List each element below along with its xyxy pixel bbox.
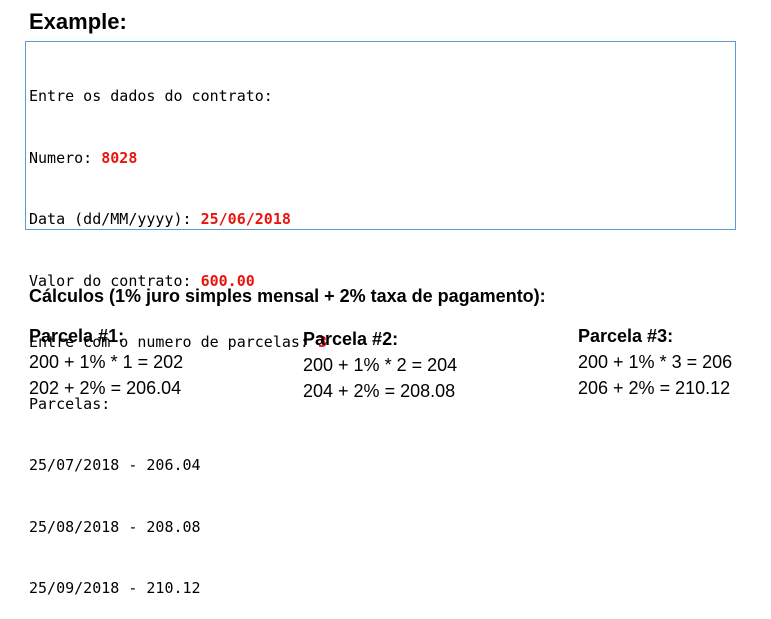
installment-3-fee-line: 206 + 2% = 210.12 xyxy=(578,378,731,398)
installment-2-fee-line: 204 + 2% = 208.08 xyxy=(303,381,456,401)
example-title: Example: xyxy=(29,9,127,34)
installment-1-fee-line: 202 + 2% = 206.04 xyxy=(29,378,182,398)
calculations-title: Cálculos (1% juro simples mensal + 2% ta… xyxy=(29,286,546,306)
installment-line: 25/09/2018 - 210.12 xyxy=(29,579,201,597)
numero-value: 8028 xyxy=(101,148,138,167)
installment-line: 25/07/2018 - 206.04 xyxy=(29,456,201,474)
console-output-box: Entre os dados do contrato: Numero: 8028… xyxy=(25,41,736,597)
installment-2-heading: Parcela #2: xyxy=(303,329,399,349)
installment-3-heading: Parcela #3: xyxy=(578,326,674,346)
console-line-intro: Entre os dados do contrato: xyxy=(29,87,273,105)
installment-1-calculation: Parcela #1: 200 + 1% * 1 = 202 202 + 2% … xyxy=(29,323,183,401)
data-value: 25/06/2018 xyxy=(200,210,291,228)
data-label: Data (dd/MM/yyyy): xyxy=(29,210,201,228)
console-line-data: Data (dd/MM/yyyy): 25/06/2018 xyxy=(29,209,735,230)
installment-1-heading: Parcela #1: xyxy=(29,326,125,346)
installment-2-calculation: Parcela #2: 200 + 1% * 2 = 204 204 + 2% … xyxy=(303,326,457,404)
installment-3-calculation: Parcela #3: 200 + 1% * 3 = 206 206 + 2% … xyxy=(578,323,732,401)
installment-line: 25/08/2018 - 208.08 xyxy=(29,517,201,536)
numero-label: Numero: xyxy=(29,148,102,167)
console-line-numero: Numero: 8028 xyxy=(29,148,735,169)
installment-2-interest-line: 200 + 1% * 2 = 204 xyxy=(303,355,458,375)
installment-3-interest-line: 200 + 1% * 3 = 206 xyxy=(578,352,733,372)
installment-1-interest-line: 200 + 1% * 1 = 202 xyxy=(29,352,184,372)
